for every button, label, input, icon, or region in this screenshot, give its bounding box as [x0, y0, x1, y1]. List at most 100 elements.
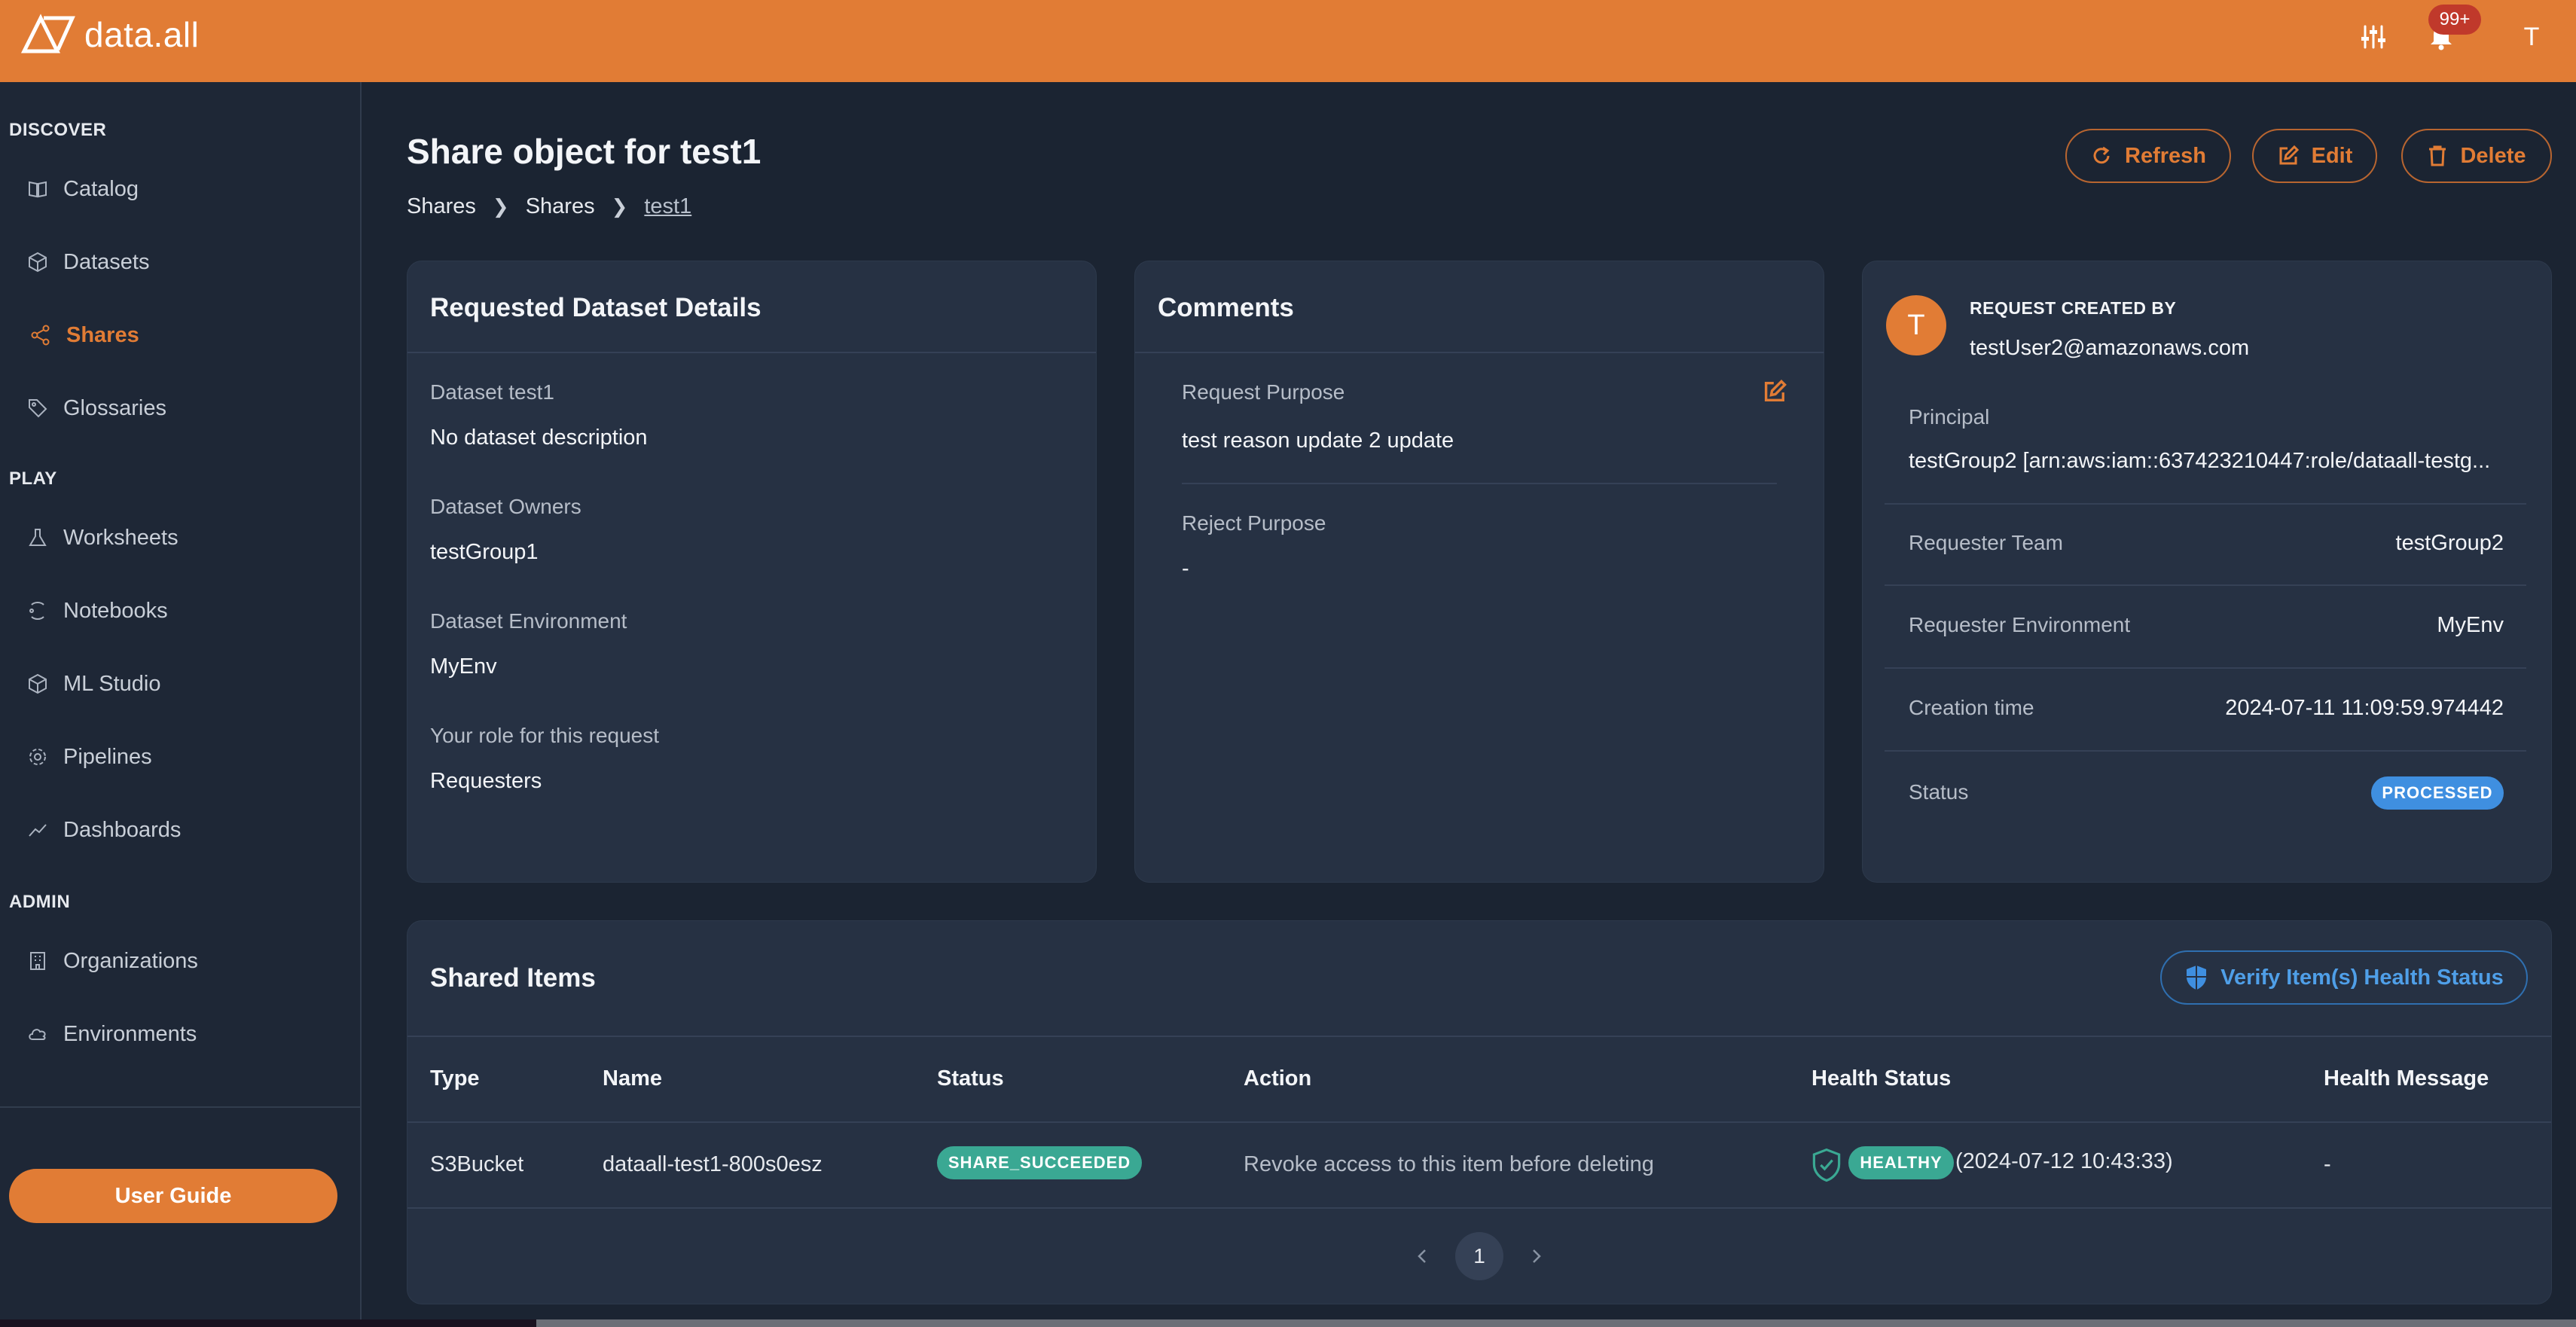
created-by-value: testUser2@amazonaws.com — [1970, 336, 2250, 360]
sidebar-item-label: Environments — [63, 1021, 197, 1046]
reject-purpose-value: - — [1182, 557, 1189, 581]
table-row-divider — [407, 1207, 2551, 1209]
cell-health-time: (2024-07-12 10:43:33) — [1955, 1149, 2173, 1173]
breadcrumb-item[interactable]: Shares — [407, 194, 476, 219]
user-guide-button[interactable]: User Guide — [9, 1169, 337, 1223]
dataset-label: Dataset test1 — [430, 380, 554, 404]
request-status-badge: PROCESSED — [2371, 776, 2504, 810]
top-app-bar: data.all 99+ T — [0, 0, 2576, 82]
sidebar-item-notebooks[interactable]: Notebooks — [27, 584, 343, 637]
column-header-health-message[interactable]: Health Message — [2324, 1066, 2489, 1091]
sidebar-divider — [0, 1106, 360, 1108]
requester-environment-label: Requester Environment — [1909, 613, 2131, 636]
verify-health-status-button[interactable]: Verify Item(s) Health Status — [2160, 950, 2528, 1005]
edit-button[interactable]: Edit — [2252, 129, 2377, 183]
cell-type: S3Bucket — [430, 1152, 524, 1176]
breadcrumb-item[interactable]: Shares — [526, 194, 595, 219]
share-status-badge: SHARE_SUCCEEDED — [937, 1146, 1142, 1179]
sidebar-item-glossaries[interactable]: Glossaries — [27, 382, 343, 435]
sidebar-item-pipelines[interactable]: Pipelines — [27, 731, 343, 783]
share-icon — [31, 325, 50, 346]
pagination-prev-icon[interactable] — [1410, 1244, 1434, 1268]
pagination-next-icon[interactable] — [1525, 1244, 1549, 1268]
dataset-owners-value: testGroup1 — [430, 540, 539, 564]
window-bottom-strip-dark — [0, 1319, 536, 1327]
page-title: Share object for test1 — [407, 132, 762, 171]
cell-name: dataall-test1-800s0esz — [603, 1152, 823, 1176]
principal-label: Principal — [1909, 405, 1990, 429]
requester-team-label: Requester Team — [1909, 531, 2063, 554]
delete-label: Delete — [2460, 143, 2526, 168]
column-header-status[interactable]: Status — [937, 1066, 1004, 1091]
settings-sliders-icon[interactable] — [2353, 17, 2394, 57]
sidebar-item-ml-studio[interactable]: ML Studio — [27, 657, 343, 710]
sidebar-item-label: Dashboards — [63, 817, 182, 842]
creation-time-value: 2024-07-11 11:09:59.974442 — [2225, 696, 2504, 720]
trend-line-icon — [29, 824, 47, 837]
edit-label: Edit — [2311, 143, 2353, 168]
sidebar-item-label: Notebooks — [63, 598, 168, 623]
card-divider — [1135, 352, 1824, 353]
cube-icon — [29, 252, 47, 273]
edit-icon — [2279, 145, 2299, 165]
trash-icon — [2429, 145, 2446, 166]
dataset-environment-value: MyEnv — [430, 654, 497, 679]
edit-purpose-icon[interactable] — [1762, 379, 1787, 404]
cell-action: Revoke access to this item before deleti… — [1244, 1152, 1654, 1176]
sidebar-item-organizations[interactable]: Organizations — [27, 935, 343, 987]
dataset-description: No dataset description — [430, 426, 648, 450]
sidebar: DISCOVER Catalog Datasets Shares Glossar… — [0, 82, 362, 1327]
cloud-icon — [29, 1029, 46, 1040]
sidebar-item-label: Shares — [66, 322, 139, 347]
sidebar-item-catalog[interactable]: Catalog — [27, 163, 343, 215]
sidebar-section-play: PLAY — [9, 468, 57, 489]
sidebar-item-worksheets[interactable]: Worksheets — [27, 511, 343, 564]
breadcrumb: Shares ❯ Shares ❯ test1 — [407, 194, 691, 219]
column-header-type[interactable]: Type — [430, 1066, 480, 1091]
sidebar-section-admin: ADMIN — [9, 892, 71, 912]
row-divider — [1885, 584, 2526, 586]
verify-label: Verify Item(s) Health Status — [2220, 965, 2504, 990]
sidebar-section-discover: DISCOVER — [9, 120, 107, 140]
column-header-health-status[interactable]: Health Status — [1811, 1066, 1951, 1091]
shield-icon — [2187, 966, 2207, 990]
role-label: Your role for this request — [430, 724, 660, 747]
sidebar-item-label: Datasets — [63, 249, 150, 274]
requester-team-value: testGroup2 — [2395, 531, 2504, 555]
sidebar-item-label: Worksheets — [63, 525, 179, 550]
sidebar-item-dashboards[interactable]: Dashboards — [27, 804, 343, 856]
reject-purpose-label: Reject Purpose — [1182, 511, 1326, 535]
flask-icon — [29, 529, 47, 546]
requester-environment-value: MyEnv — [2437, 613, 2504, 637]
cell-health-message: - — [2324, 1152, 2331, 1176]
sidebar-item-label: Catalog — [63, 176, 139, 201]
logo-icon — [21, 14, 75, 53]
app-logo[interactable]: data.all — [21, 14, 199, 56]
creation-time-label: Creation time — [1909, 696, 2034, 719]
sidebar-item-label: ML Studio — [63, 671, 161, 696]
sidebar-item-label: Pipelines — [63, 744, 152, 769]
breadcrumb-current[interactable]: test1 — [644, 194, 691, 219]
column-header-name[interactable]: Name — [603, 1066, 662, 1091]
delete-button[interactable]: Delete — [2401, 129, 2552, 183]
comments-card: Comments Request Purpose test reason upd… — [1134, 261, 1824, 883]
tag-icon — [29, 399, 47, 418]
column-header-action[interactable]: Action — [1244, 1066, 1311, 1091]
request-purpose-value: test reason update 2 update — [1182, 429, 1454, 453]
dataset-owners-label: Dataset Owners — [430, 495, 581, 518]
sidebar-item-datasets[interactable]: Datasets — [27, 236, 343, 288]
card-title: Comments — [1158, 293, 1294, 322]
refresh-button[interactable]: Refresh — [2065, 129, 2231, 183]
refresh-label: Refresh — [2125, 143, 2206, 168]
user-avatar[interactable]: T — [2511, 17, 2552, 57]
app-name: data.all — [84, 15, 200, 54]
sidebar-item-shares[interactable]: Shares — [30, 309, 346, 361]
purpose-divider — [1182, 483, 1777, 484]
pagination-page-1[interactable]: 1 — [1455, 1232, 1503, 1280]
card-title: Shared Items — [430, 963, 596, 993]
dataset-environment-label: Dataset Environment — [430, 609, 627, 633]
request-purpose-label: Request Purpose — [1182, 380, 1345, 404]
sidebar-item-environments[interactable]: Environments — [27, 1008, 343, 1060]
chevron-right-icon: ❯ — [492, 195, 509, 218]
table-header-divider — [407, 1121, 2551, 1123]
